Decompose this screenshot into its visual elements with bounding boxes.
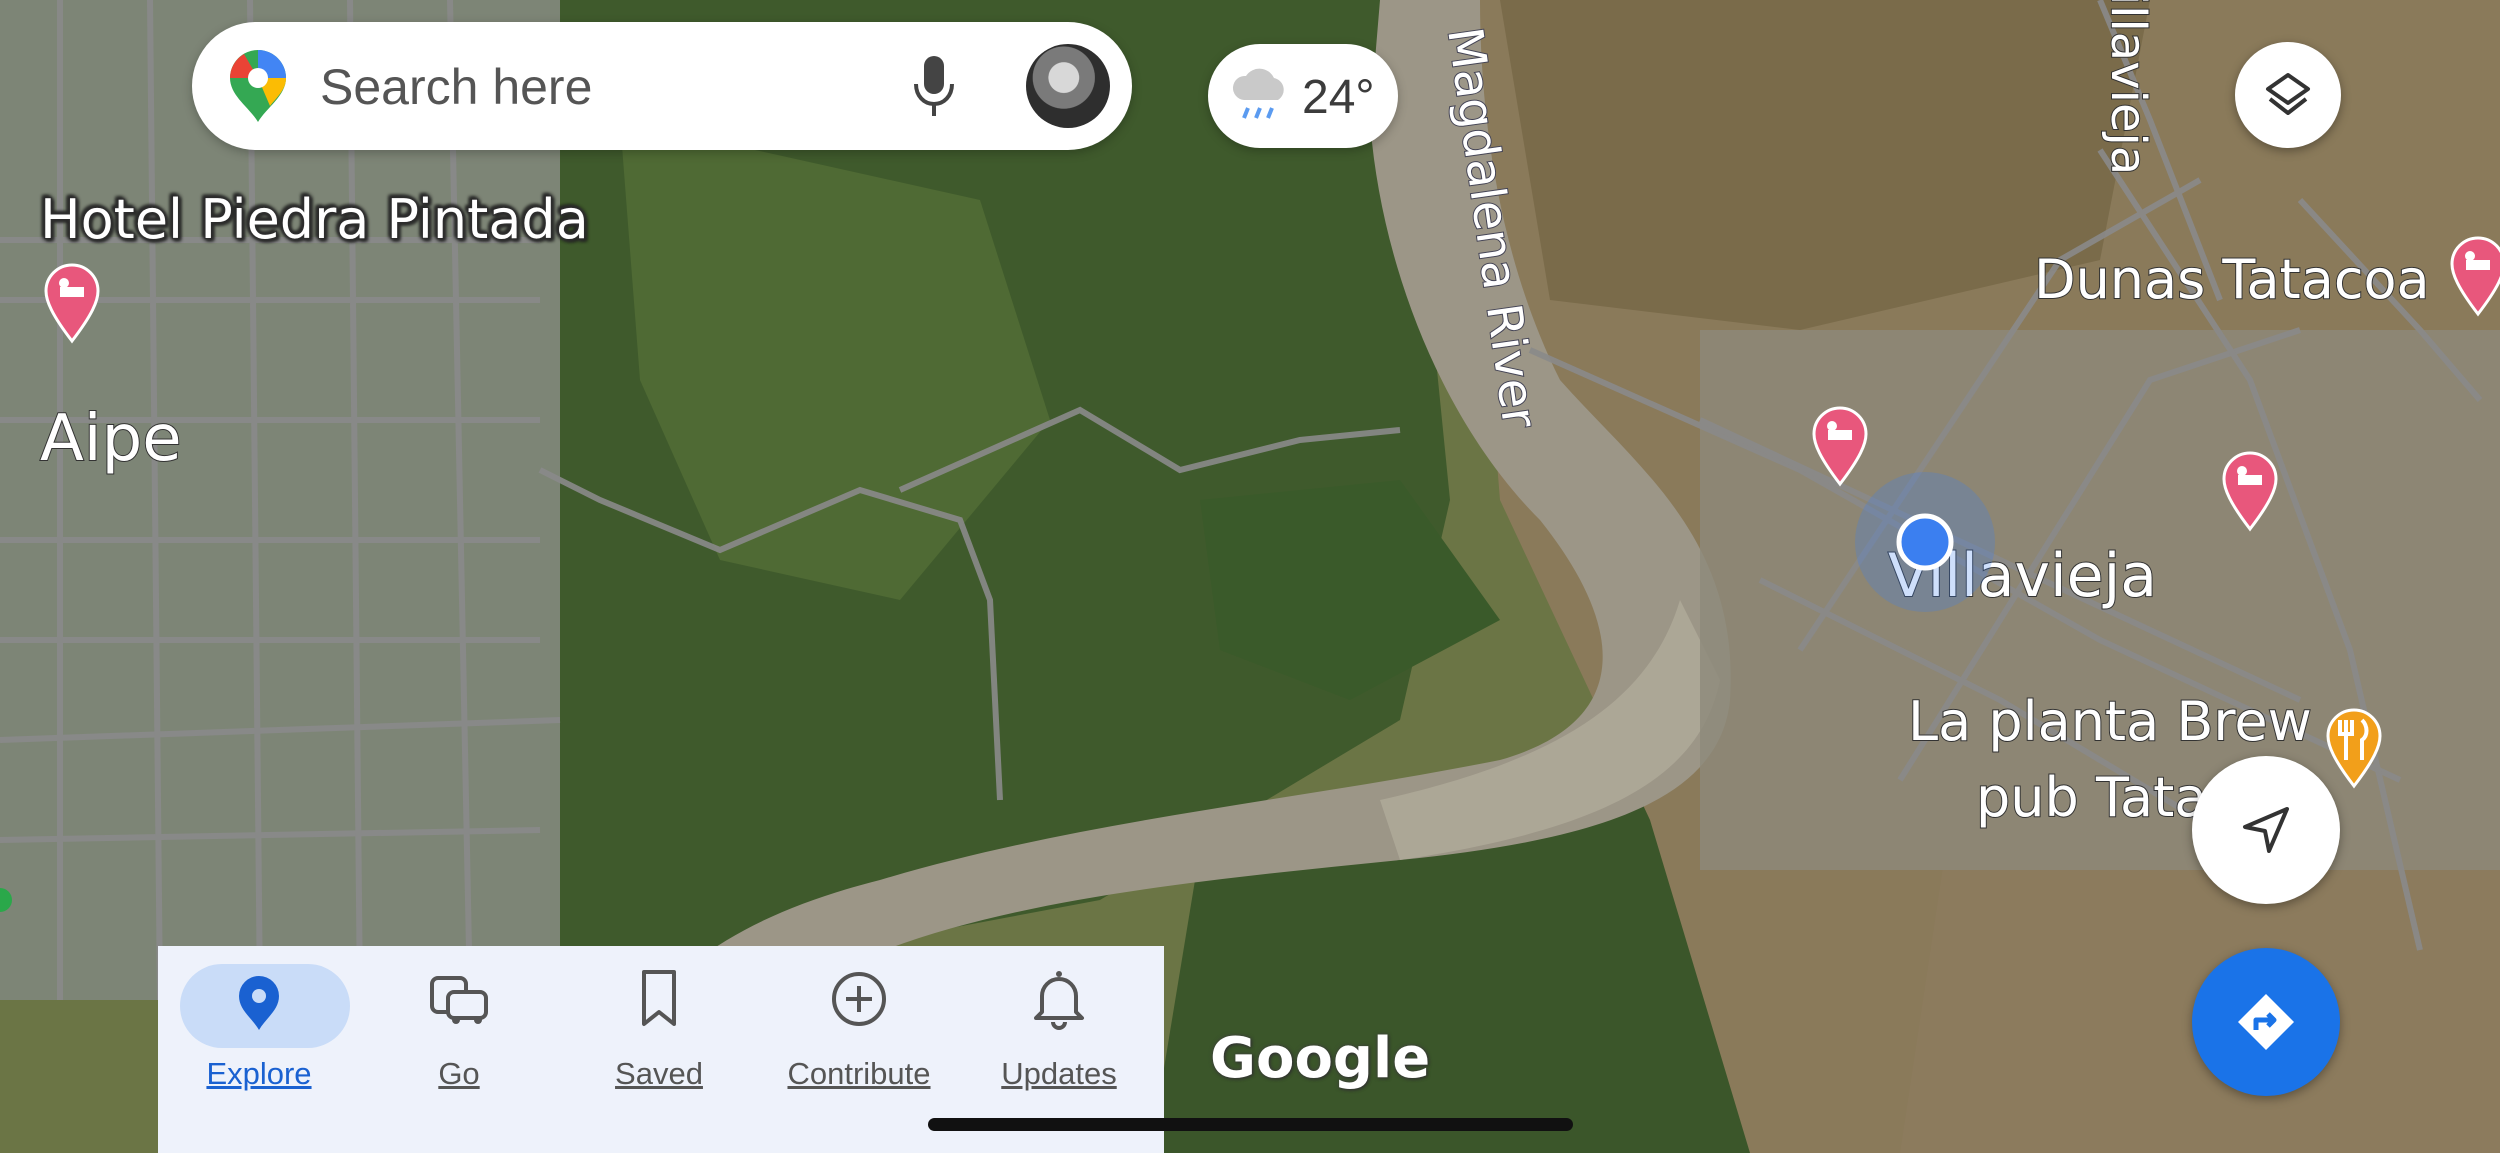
add-circle-icon xyxy=(832,972,886,1026)
rain-cloud-icon xyxy=(1232,68,1284,119)
nav-go-label: Go xyxy=(438,1056,480,1091)
bookmark-icon xyxy=(642,970,676,1026)
commute-icon xyxy=(430,976,488,1024)
directions-button[interactable] xyxy=(2192,948,2340,1096)
nav-contribute-label: Contribute xyxy=(787,1056,931,1091)
recenter-button[interactable] xyxy=(2192,756,2340,904)
label-villavieja-road: Villavieja xyxy=(2100,0,2156,175)
layers-button[interactable] xyxy=(2235,42,2341,148)
temperature-label: 24° xyxy=(1302,71,1375,124)
home-indicator[interactable] xyxy=(928,1118,1573,1131)
directions-icon xyxy=(2238,994,2294,1050)
nav-explore-label: Explore xyxy=(206,1056,312,1091)
google-maps-logo-icon xyxy=(230,50,286,122)
nav-go[interactable]: Go xyxy=(364,956,554,1096)
label-aipe[interactable]: Aipe xyxy=(39,401,183,477)
avatar[interactable] xyxy=(1026,44,1110,128)
search-input[interactable] xyxy=(318,48,922,126)
nav-saved-label: Saved xyxy=(615,1056,703,1091)
label-la-planta-line2[interactable]: pub Tata xyxy=(1975,765,2208,830)
label-la-planta-line1[interactable]: La planta Brew xyxy=(1907,689,2313,754)
weather-chip[interactable]: 24° xyxy=(1208,44,1398,148)
navigation-arrow-icon xyxy=(2243,807,2289,853)
current-location-dot-icon[interactable] xyxy=(1896,513,1954,571)
nav-contribute[interactable]: Contribute xyxy=(764,956,954,1096)
google-attribution: Google xyxy=(1210,1026,1431,1091)
nav-explore[interactable]: Explore xyxy=(164,956,354,1096)
layers-icon xyxy=(2266,73,2310,115)
search-bar[interactable] xyxy=(192,22,1132,150)
nav-updates[interactable]: Updates xyxy=(964,956,1154,1096)
bell-icon xyxy=(1034,971,1084,1030)
location-pin-icon xyxy=(239,976,279,1030)
label-dunas-tatacoa[interactable]: Dunas Tatacoa xyxy=(2033,247,2431,312)
microphone-icon[interactable] xyxy=(914,56,954,118)
nav-saved[interactable]: Saved xyxy=(564,956,754,1096)
label-hotel-piedra-pintada[interactable]: Hotel Piedra Pintada xyxy=(39,187,590,252)
nav-updates-label: Updates xyxy=(1001,1056,1117,1091)
